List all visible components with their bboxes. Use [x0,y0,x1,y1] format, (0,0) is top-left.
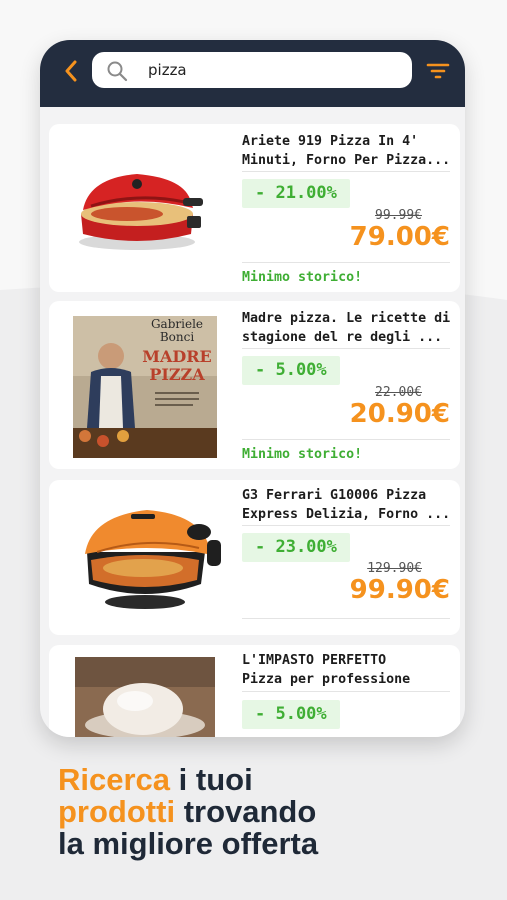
old-price: 22.00€ [375,385,422,400]
product-title: Ariete 919 Pizza In 4' Minuti, Forno Per… [242,134,451,168]
search-header [40,40,465,107]
divider [242,262,450,263]
discount-badge: - 23.00% [242,533,350,562]
current-price: 99.90€ [349,575,450,605]
book-title-line1: MADRE [142,347,212,366]
promo-tagline: Ricerca i tuoi prodotti trovando la migl… [58,764,478,860]
tagline-line-2: prodotti trovando [58,796,478,828]
product-title: G3 Ferrari G10006 Pizza Express Delizia,… [242,488,451,522]
old-price: 129.90€ [367,561,422,576]
divider [242,618,450,619]
product-list: Ariete 919 Pizza In 4' Minuti, Forno Per… [40,107,465,737]
red-pizza-oven-image [79,174,203,250]
tagline-text: trovando [175,794,317,829]
product-card[interactable]: Gabriele Bonci MADRE PIZZA Madre pizza. … [49,301,460,469]
search-box [92,52,412,88]
back-button[interactable] [58,58,84,84]
lowest-price-note: Minimo storico! [242,447,363,462]
discount-badge: - 5.00% [242,700,340,729]
filter-icon [426,63,450,79]
orange-pizza-oven-image [85,510,221,609]
product-card[interactable]: Ariete 919 Pizza In 4' Minuti, Forno Per… [49,124,460,292]
discount-badge: - 21.00% [242,179,350,208]
old-price: 99.99€ [375,208,422,223]
divider [242,525,450,526]
current-price: 20.90€ [349,399,450,429]
divider [242,348,450,349]
tagline-highlight: Ricerca [58,762,171,797]
book-cover-image: Gabriele Bonci MADRE PIZZA [73,316,217,458]
divider [242,439,450,440]
product-card[interactable]: G3 Ferrari G10006 Pizza Express Delizia,… [49,480,460,635]
product-title: Madre pizza. Le ricette di stagione del … [242,311,451,345]
lowest-price-note: Minimo storico! [242,270,363,285]
tagline-highlight: prodotti [58,794,176,829]
discount-badge: - 5.00% [242,356,340,385]
divider [242,691,450,692]
filter-button[interactable] [425,60,451,82]
search-icon [107,61,128,82]
product-card[interactable]: L'IMPASTO PERFETTO Pizza per professione… [49,645,460,737]
product-title: L'IMPASTO PERFETTO Pizza per professione [242,653,411,687]
phone-screen: Ariete 919 Pizza In 4' Minuti, Forno Per… [40,40,465,737]
tagline-text: i tuoi [170,762,253,797]
divider [242,171,450,172]
tagline-line-3: la migliore offerta [58,826,319,861]
book-author-first: Gabriele [151,317,203,331]
current-price: 79.00€ [349,222,450,252]
book-title-line2: PIZZA [149,365,205,384]
search-input[interactable] [148,56,398,84]
chevron-left-icon [65,60,77,82]
tagline-line-1: Ricerca i tuoi [58,764,478,796]
dough-ball-image [75,657,215,737]
book-author-last: Bonci [160,330,194,344]
